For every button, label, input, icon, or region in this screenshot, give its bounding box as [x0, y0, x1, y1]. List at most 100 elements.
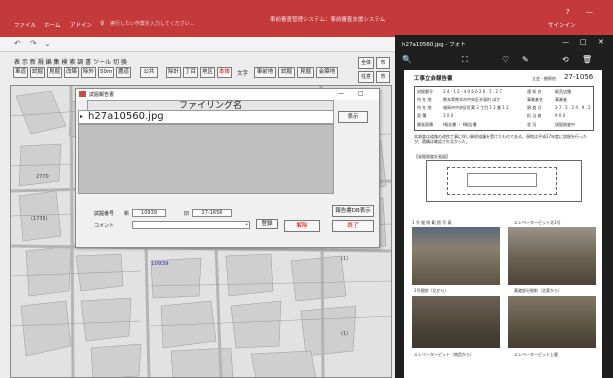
doc-subtitle: 立会・観察他 [532, 76, 556, 81]
doc-row-1-label: 試掘番号 [417, 89, 433, 94]
viewer-maximize-button[interactable]: □ [580, 38, 587, 46]
photo-excavation-4 [508, 296, 596, 348]
old-number-field[interactable]: 27-1656 [192, 209, 232, 217]
register-button[interactable]: 登録 [256, 219, 278, 229]
doc-row-1-label2: 通 知 名 [527, 89, 542, 94]
zoom-icon[interactable]: 🔍 [402, 55, 412, 64]
filter-main-button[interactable]: 本体 [217, 67, 232, 78]
filter-chome-button[interactable]: 丁目 [183, 67, 198, 78]
caption-bottom-left: エレベーターピット（南西から） [414, 352, 474, 357]
comment-field[interactable] [132, 221, 250, 229]
report-document-image: 工事立会報告書 立会・観察他 27-1056 試掘番号 2 4 - 1 2 - … [404, 70, 602, 378]
dialog-minimize-button[interactable]: — [338, 90, 344, 97]
filter-calc-button[interactable]: 除計 [166, 67, 181, 78]
plan-inner [467, 173, 537, 187]
caption-mid-left: 1号掘削（北から） [414, 288, 449, 293]
app-title: 事前審査管理システム：事前審査支援システム [270, 17, 386, 23]
old-number-label: 旧 [184, 211, 190, 217]
caption-mid-right: 基礎部分掘削（北東から） [514, 288, 562, 293]
photo-excavation-2 [508, 227, 596, 285]
filter-test-dig-button[interactable]: 試掘 [30, 67, 45, 78]
release-button[interactable]: 解除 [284, 220, 320, 232]
menu-file[interactable]: ファイル [14, 21, 36, 29]
doc-row-4-value2: 9 0 0 [555, 113, 566, 118]
doc-row-2-value2: 事業者 [555, 97, 567, 102]
favorite-icon[interactable]: ♡ [502, 55, 509, 64]
help-button[interactable]: ? [566, 8, 570, 16]
map-marker-label[interactable]: 10939 [151, 261, 169, 267]
new-number-field[interactable]: 10939 [132, 209, 166, 217]
filing-name-cell[interactable]: h27a10560.jpg [88, 111, 164, 122]
doc-stamp: 27-1056 [564, 73, 594, 81]
doc-row-5-value2: 試掘調査中 [555, 122, 575, 127]
doc-row-5-label: 開発面積 [417, 122, 433, 127]
doc-title: 工事立会報告書 [414, 76, 453, 82]
tell-me-search[interactable]: 実行したい作業を入力してください... [110, 20, 198, 29]
dialog-title-bar: 試掘報告書 — □ [76, 89, 379, 100]
filter-public-button[interactable]: 公共 [140, 67, 158, 78]
form-menu-row[interactable]: 表 示 新 規 編 集 検 索 調 書 ツール 切 換 [14, 57, 127, 66]
doc-row-1-value: 2 4 - 1 2 - 4 0 6 6 2 6 . 5 . 2 7 [443, 89, 502, 94]
rotate-icon[interactable]: ⟲ [562, 55, 569, 64]
filter-farm-road-button[interactable]: 農道 [116, 67, 131, 78]
delete-icon[interactable]: 🗑 [582, 55, 592, 64]
view-all-button[interactable]: 全体 [358, 57, 374, 69]
filter-view-dig-2-button[interactable]: 見掘 [297, 67, 314, 78]
menu-addin[interactable]: アドイン [70, 21, 92, 29]
doc-row-1-value2: 販売店舗 [555, 89, 571, 94]
filter-road-button[interactable]: 車道 [13, 67, 28, 78]
filing-grid-empty-area [78, 124, 334, 194]
doc-row-3-value2: 2 7 . 5 . 2 4 . 9 . 2 [555, 105, 591, 110]
doc-info-table: 試掘番号 2 4 - 1 2 - 4 0 6 6 2 6 . 5 . 2 7 通… [414, 86, 594, 131]
city-button-2[interactable]: 市 [376, 71, 390, 83]
undo-icon[interactable]: ↶ [14, 39, 21, 48]
doc-row-4-label2: 担 当 者 [527, 113, 542, 118]
lightbulb-icon: ♀ [100, 20, 105, 27]
viewer-title: h27a10560.jpg - フォト [402, 42, 466, 48]
doc-row-2-value: 熊本県熊本市中央区辛島町 ほか [443, 97, 501, 102]
close-dialog-button[interactable]: 終了 [332, 220, 374, 232]
filter-prior-land-button[interactable]: 事前地 [254, 67, 276, 78]
minimize-button[interactable]: — [586, 8, 593, 16]
viewer-minimize-button[interactable]: — [562, 38, 569, 46]
filter-district-button[interactable]: 地区 [200, 67, 215, 78]
doc-row-2-label: 所 在 地 [417, 97, 432, 102]
caption-top-right: エレベーターピット北1号 [514, 220, 561, 225]
doc-plan-drawing [426, 160, 582, 202]
city-button-1[interactable]: 市 [376, 57, 390, 69]
filter-exclude-button[interactable]: 除外 [81, 67, 96, 78]
viewer-close-button[interactable]: ✕ [598, 38, 604, 46]
sign-in-link[interactable]: サインイン [548, 21, 576, 29]
open-report-db-button[interactable]: 報告書DB表示 [332, 205, 374, 217]
new-number-label: 新 [124, 211, 130, 217]
row-selector-icon: ▸ [80, 113, 84, 120]
filter-test-dig-2-button[interactable]: 試掘 [278, 67, 295, 78]
caption-bottom-right: エレベーターピット上層 [514, 352, 558, 357]
test-dig-report-dialog: 試掘報告書 — □ ファイリング名 ▸ h27a10560.jpg 表示 試掘番… [75, 88, 380, 248]
menu-home[interactable]: ホーム [44, 21, 60, 29]
doc-body-text: 本調査は道路の改良工事に伴い事前協議を受けたものである。現地は平成27年度に試掘… [414, 134, 588, 144]
doc-row-3-label2: 調 査 日 [527, 105, 542, 110]
doc-row-3-label: 所 在 地 [417, 105, 432, 110]
doc-row-5-value: Ⅰ報告書 ・ Ⅱ報告書 [443, 122, 477, 127]
photo-excavation-1 [412, 227, 500, 285]
display-button[interactable]: 表示 [338, 111, 368, 123]
comment-label: コメント [94, 223, 115, 229]
dialog-maximize-button[interactable]: □ [358, 90, 364, 97]
table-row[interactable]: ▸ h27a10560.jpg [78, 110, 334, 124]
doc-row-4-value: 3 0 0 [443, 113, 454, 118]
dialog-title: 試掘報告書 [89, 92, 115, 98]
text-label: 文字 [237, 71, 249, 77]
view-custom-button[interactable]: 任意 [358, 71, 374, 83]
edit-icon[interactable]: ✎ [522, 55, 529, 64]
filter-view-dig-button[interactable]: 見掘 [47, 67, 62, 78]
comment-dropdown-icon[interactable]: ⌄ [244, 220, 249, 227]
filter-renovation-button[interactable]: 改築 [64, 67, 79, 78]
customize-icon[interactable]: ⌄ [44, 39, 51, 48]
map-label-1: (1735) [31, 216, 48, 222]
crop-icon[interactable]: ⛶ [462, 55, 468, 65]
filter-assembly-land-button[interactable]: 会築地 [316, 67, 338, 78]
redo-icon[interactable]: ↷ [30, 39, 37, 48]
map-label-5: (1) [341, 331, 349, 337]
filter-50m-button[interactable]: 50m [98, 67, 114, 78]
